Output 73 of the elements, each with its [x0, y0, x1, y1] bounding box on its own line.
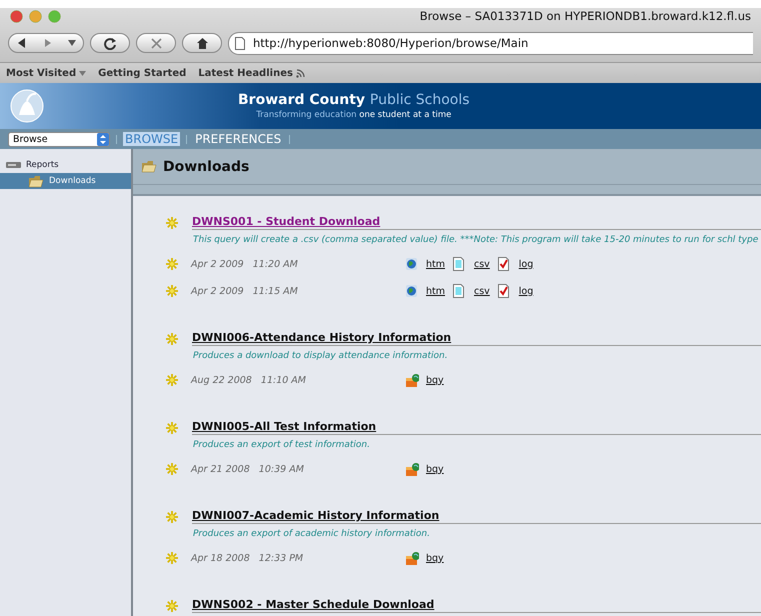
window-title: Browse – SA013371D on HYPERIONDB1.broward.k12.fl.us [420, 9, 751, 23]
spreadsheet-file-icon [453, 284, 467, 298]
home-button[interactable] [182, 33, 222, 53]
file-link[interactable]: htm [426, 258, 445, 270]
zoom-button[interactable] [48, 10, 61, 22]
box-globe-icon [405, 462, 419, 476]
star-icon [166, 463, 178, 475]
checked-file-icon [498, 284, 512, 298]
report-description: Produces an export of academic history information. [193, 529, 431, 539]
star-icon [166, 374, 178, 386]
star-icon [166, 600, 178, 612]
bookmark-item[interactable]: Latest Headlines [198, 68, 305, 78]
file-link[interactable]: csv [474, 286, 490, 296]
star-icon [166, 285, 178, 297]
globe-icon [405, 284, 419, 298]
star-icon [166, 258, 178, 270]
stepper-icon [97, 132, 109, 146]
tree-item[interactable]: Downloads [0, 173, 131, 189]
star-icon [166, 216, 178, 228]
bookmark-item[interactable]: Getting Started [98, 68, 186, 78]
file-link[interactable]: log [518, 258, 534, 270]
browse-dropdown[interactable]: Browse [8, 132, 110, 146]
stop-icon [150, 36, 162, 50]
back-forward-button[interactable] [8, 33, 84, 53]
tagline: Transforming education one student at a time [256, 110, 452, 120]
run-timestamp: Apr 21 2008 10:39 AM [191, 464, 305, 474]
run-timestamp: Apr 2 2009 11:15 AM [191, 286, 299, 296]
file-link[interactable]: htm [426, 286, 445, 296]
box-globe-icon [405, 373, 419, 387]
caret-icon [68, 40, 76, 46]
school-name: Broward County Public Schools [238, 92, 470, 108]
close-button[interactable] [10, 10, 23, 22]
file-link[interactable]: bqy [426, 552, 444, 564]
reload-icon [104, 36, 116, 50]
star-icon [166, 510, 178, 522]
forward-icon [43, 38, 53, 48]
caret-icon [79, 70, 86, 76]
page-icon [235, 36, 245, 50]
drawer-icon [6, 161, 21, 169]
star-icon [166, 422, 178, 434]
feed-icon [296, 68, 305, 78]
bookmark-item[interactable]: Most Visited [6, 68, 86, 78]
report-description: This query will create a .csv (comma separated value) file. ***Note: This program will take 15-20 minutes to run for schl type [193, 235, 760, 245]
tree-item[interactable]: Reports [0, 157, 131, 173]
box-globe-icon [405, 551, 419, 565]
folder-icon [28, 174, 44, 188]
address-field[interactable]: http://hyperionweb:8080/Hyperion/browse/Main [228, 32, 753, 54]
file-link[interactable]: log [518, 286, 534, 296]
file-link[interactable]: bqy [426, 374, 444, 386]
report-link[interactable]: DWNI007-Academic History Information [192, 509, 440, 522]
report-description: Produces an export of test information. [193, 440, 371, 450]
stop-button[interactable] [136, 33, 176, 53]
checked-file-icon [498, 257, 512, 271]
report-link[interactable]: DWNI005-All Test Information [192, 420, 376, 433]
report-link[interactable]: DWNS001 - Student Download [192, 215, 380, 228]
report-link[interactable]: DWNS002 - Master Schedule Download [192, 598, 434, 611]
globe-icon [405, 257, 419, 271]
spreadsheet-file-icon [453, 257, 467, 271]
page-title: Downloads [163, 158, 250, 174]
file-link[interactable]: csv [474, 258, 490, 270]
home-icon [196, 36, 208, 50]
file-link[interactable]: bqy [426, 464, 444, 474]
reload-button[interactable] [90, 33, 130, 53]
run-timestamp: Apr 2 2009 11:20 AM [191, 258, 299, 270]
report-link[interactable]: DWNI006-Attendance History Information [192, 331, 452, 344]
run-timestamp: Aug 22 2008 11:10 AM [191, 374, 308, 386]
folder-icon [141, 160, 157, 173]
star-icon [166, 552, 178, 564]
back-icon [16, 37, 28, 49]
minimize-button[interactable] [29, 10, 42, 22]
star-icon [166, 332, 178, 344]
run-timestamp: Apr 18 2008 12:33 PM [191, 552, 304, 564]
report-description: Produces a download to display attendance information. [193, 351, 449, 361]
